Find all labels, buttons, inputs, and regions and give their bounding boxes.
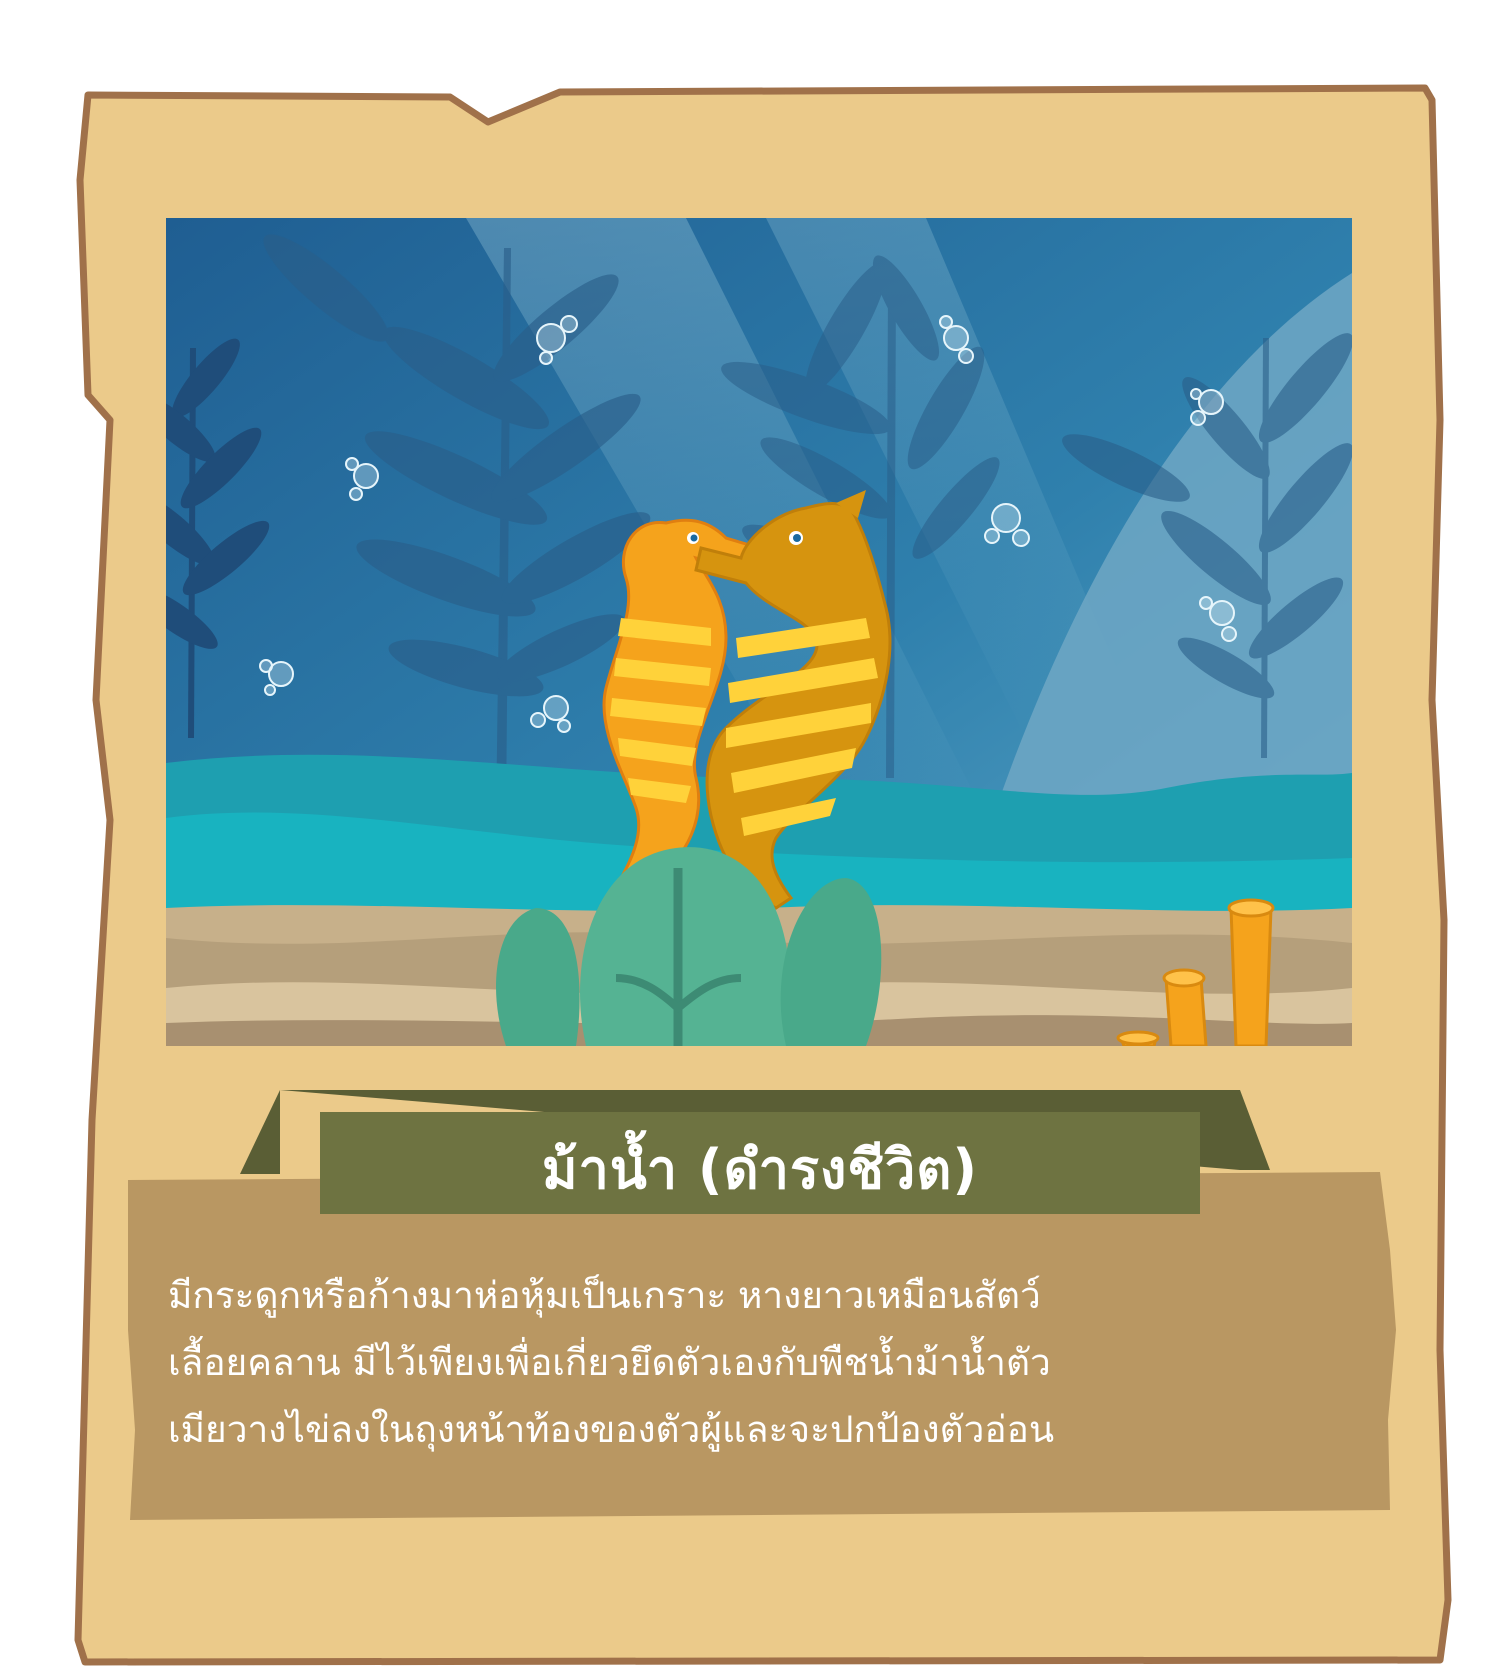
card-title: ม้าน้ำ (ดำรงชีวิต) <box>541 1138 979 1201</box>
card-description: มีกระดูกหรือก้างมาห่อหุ้มเป็นเกราะ หางยา… <box>168 1262 1380 1494</box>
description-line: เมียวางไข่ลงในถุงหน้าท้องของตัวผู้และจะป… <box>168 1408 1055 1451</box>
description-line: มีกระดูกหรือก้างมาห่อหุ้มเป็นเกราะ หางยา… <box>168 1274 1041 1317</box>
description-line: เลื้อยคลาน มีไว้เพียงเพื่อเกี่ยวยึดตัวเอ… <box>168 1341 1051 1384</box>
